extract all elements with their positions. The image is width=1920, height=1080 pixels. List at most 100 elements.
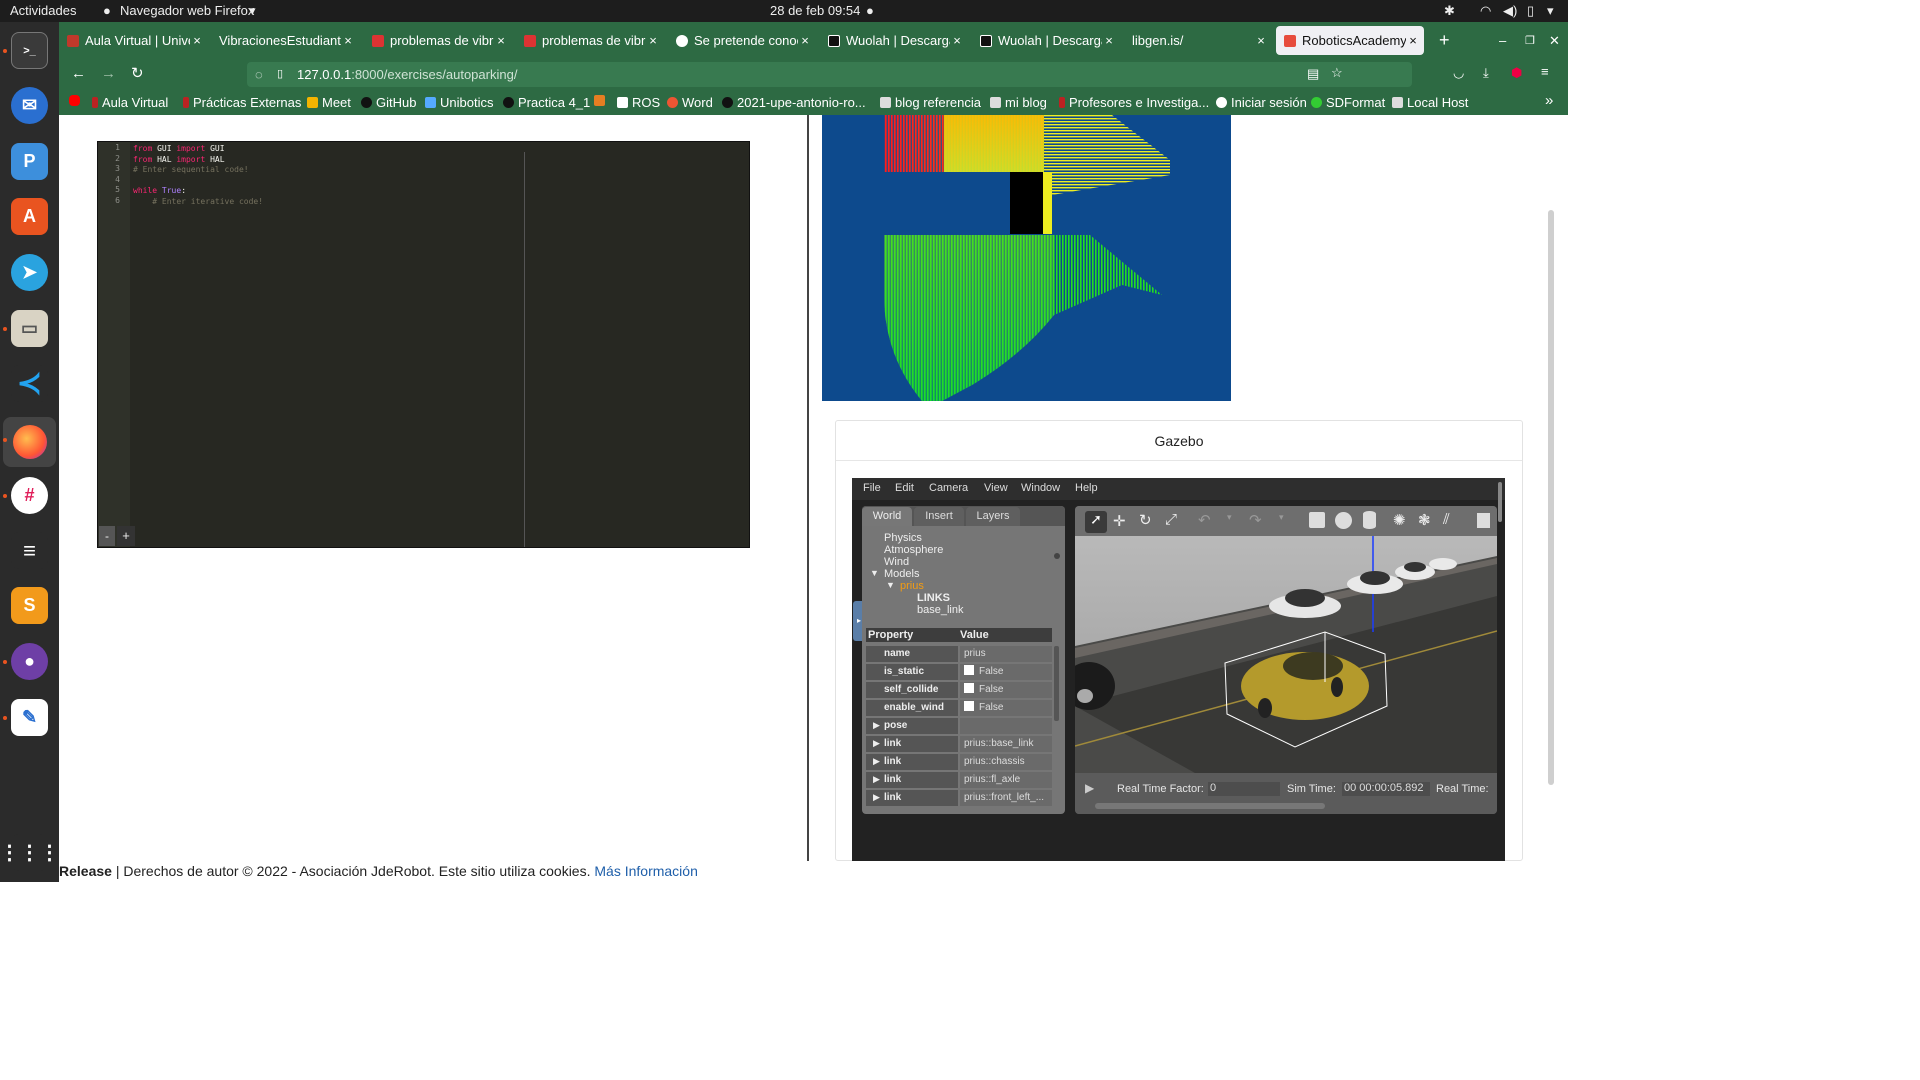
property-value[interactable]: False	[960, 700, 1052, 716]
point-light-icon[interactable]: ✺	[1393, 511, 1406, 529]
close-tab-icon[interactable]: ×	[190, 33, 204, 48]
close-tab-icon[interactable]: ×	[1102, 33, 1116, 48]
menu-help[interactable]: Help	[1075, 482, 1098, 494]
sublime-text-icon[interactable]: S	[11, 587, 48, 624]
property-row[interactable]: link ▶ prius::base_link	[866, 736, 1052, 752]
tab[interactable]: Wuolah | Descarga ×	[820, 26, 968, 55]
tab-insert[interactable]: Insert	[914, 507, 964, 526]
files-icon[interactable]: ▭	[11, 310, 48, 347]
menu-file[interactable]: File	[863, 482, 881, 494]
close-tab-icon[interactable]: ×	[798, 33, 812, 48]
page-scrollbar[interactable]	[1548, 210, 1554, 785]
copy-icon[interactable]	[1477, 513, 1490, 528]
bookmark-item[interactable]: Prácticas Externas	[183, 95, 301, 110]
firefox-dock-icon[interactable]	[3, 417, 56, 467]
bookmark-star-icon[interactable]: ☆	[1331, 65, 1343, 81]
horizontal-scrollbar[interactable]	[1095, 803, 1325, 809]
tree-item[interactable]: base_link	[917, 604, 963, 616]
property-row[interactable]: is_static False	[866, 664, 1052, 680]
panel-divider[interactable]	[807, 115, 809, 861]
scale-mode-icon[interactable]: ⤢	[1165, 511, 1177, 528]
sphere-shape-icon[interactable]	[1335, 512, 1352, 529]
bookmark-item[interactable]: Practica 4_1	[503, 95, 590, 110]
code-line[interactable]: # Enter sequential code!	[133, 165, 249, 176]
menu-edit[interactable]: Edit	[895, 482, 914, 494]
power-menu-icon[interactable]: ▾	[1547, 3, 1554, 19]
zoom-in-button[interactable]: +	[117, 526, 135, 546]
slack-icon[interactable]: #	[11, 477, 48, 514]
property-row[interactable]: pose ▶	[866, 718, 1052, 734]
bookmark-item[interactable]: Local Host	[1392, 95, 1468, 110]
gazebo-window[interactable]: File Edit Camera View Window Help ▸ Worl…	[852, 478, 1505, 861]
telegram-icon[interactable]: ➤	[11, 254, 48, 291]
tab-layers[interactable]: Layers	[966, 507, 1020, 526]
play-icon[interactable]: ▶	[1085, 781, 1094, 795]
splitter-handle[interactable]	[1054, 553, 1060, 559]
property-row[interactable]: link ▶ prius::fl_axle	[866, 772, 1052, 788]
close-tab-icon[interactable]: ×	[646, 33, 660, 48]
close-tab-icon[interactable]: ×	[341, 33, 355, 48]
downloads-icon[interactable]: ⤓	[1483, 65, 1489, 81]
property-value[interactable]: False	[960, 682, 1052, 698]
checkbox[interactable]	[964, 665, 974, 675]
tab-active[interactable]: RoboticsAcademy ×	[1276, 26, 1424, 55]
property-value[interactable]: False	[960, 664, 1052, 680]
back-icon[interactable]: ←	[71, 65, 86, 82]
text-editor-icon[interactable]: ✎	[11, 699, 48, 736]
undo-history-icon[interactable]: ▾	[1227, 512, 1232, 523]
caret-down-icon[interactable]: ▼	[870, 568, 879, 578]
code-line[interactable]: # Enter iterative code!	[133, 197, 263, 208]
wifi-icon[interactable]: ◠	[1480, 3, 1491, 19]
minimize-icon[interactable]: –	[1491, 26, 1511, 55]
close-tab-icon[interactable]: ×	[494, 33, 508, 48]
software-center-icon[interactable]: A	[11, 198, 48, 235]
show-apps-grid-icon[interactable]: ⋮⋮⋮	[0, 834, 60, 871]
tree-item[interactable]: Physics	[884, 532, 922, 544]
code-line[interactable]: while True:	[133, 186, 186, 197]
close-window-icon[interactable]: ✕	[1541, 26, 1561, 55]
property-scrollbar[interactable]	[1054, 646, 1059, 721]
cylinder-shape-icon[interactable]	[1363, 511, 1376, 529]
zoom-out-button[interactable]: -	[99, 526, 115, 546]
reader-view-icon[interactable]: ▤	[1307, 66, 1319, 82]
slack-tray-icon[interactable]: ✱	[1444, 3, 1455, 19]
github-desktop-icon[interactable]: ●	[11, 643, 48, 680]
pocket-icon[interactable]: ◡	[1453, 65, 1464, 81]
close-tab-icon[interactable]: ×	[1406, 33, 1420, 48]
vscode-icon[interactable]: ≺	[11, 365, 48, 402]
bookmark-item[interactable]: Word	[667, 95, 713, 110]
spot-light-icon[interactable]: ❃	[1418, 511, 1431, 529]
tab[interactable]: Se pretende conoc ×	[668, 26, 816, 55]
code-line[interactable]: from GUI import GUI	[133, 144, 225, 155]
property-row[interactable]: self_collide False	[866, 682, 1052, 698]
clock[interactable]: 28 de feb 09:54	[770, 3, 860, 18]
more-info-link[interactable]: Más Información	[594, 863, 697, 879]
directional-light-icon[interactable]: ⫽	[1443, 511, 1450, 528]
bookmark-item[interactable]: mi blog	[990, 95, 1047, 110]
property-row[interactable]: name prius	[866, 646, 1052, 662]
tree-item[interactable]: LINKS	[917, 592, 950, 604]
tree-item-selected[interactable]: prius	[900, 580, 924, 592]
undo-icon[interactable]: ↶	[1198, 511, 1211, 529]
app-menu[interactable]: Navegador web Firefox	[120, 3, 254, 18]
bookmark-item[interactable]: Profesores e Investiga...	[1059, 95, 1209, 110]
caret-right-icon[interactable]: ▶	[873, 720, 880, 731]
tab[interactable]: VibracionesEstudiante ×	[211, 26, 359, 55]
property-row[interactable]: enable_wind False	[866, 700, 1052, 716]
battery-icon[interactable]: ▯	[1527, 3, 1534, 19]
restore-icon[interactable]: ❐	[1517, 26, 1537, 55]
new-tab-button[interactable]: +	[1431, 26, 1457, 55]
checkbox[interactable]	[964, 683, 974, 693]
code-line[interactable]: from HAL import HAL	[133, 155, 225, 166]
tab[interactable]: problemas de vibra ×	[364, 26, 512, 55]
pdf-reader-icon[interactable]: P	[11, 143, 48, 180]
close-tab-icon[interactable]: ×	[1254, 33, 1268, 48]
checkbox[interactable]	[964, 701, 974, 711]
bookmark-item[interactable]: ROS	[617, 95, 660, 110]
bookmark-item[interactable]: blog referencia	[880, 95, 981, 110]
tab-world[interactable]: World	[862, 507, 912, 526]
translate-mode-icon[interactable]: ✛	[1113, 512, 1126, 530]
adblock-icon[interactable]: ⬢	[1511, 65, 1522, 81]
tab[interactable]: Wuolah | Descarga ×	[972, 26, 1120, 55]
ros-bookmark-icon[interactable]	[594, 95, 609, 106]
